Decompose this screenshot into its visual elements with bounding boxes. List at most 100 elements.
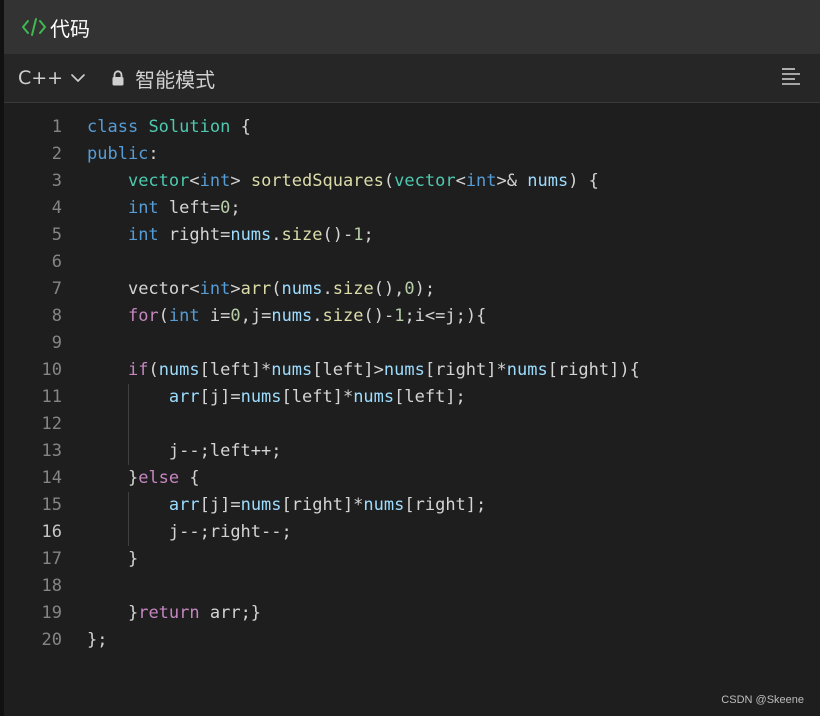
line-text: arr[j]=nums[left]*nums[left]; [169,384,466,411]
code-editor[interactable]: 1 class Solution {2 public: 3 vector<int> so… [4,103,820,716]
mode-toggle[interactable]: 智能模式 [111,64,215,93]
code-token: nums [506,360,548,380]
format-button[interactable] [780,68,802,88]
code-token: 1 [353,225,364,245]
line-text: }return arr;} [128,600,261,627]
code-token: ( [383,171,395,191]
code-token: for [127,306,159,326]
panel-header: 代码 [4,0,820,54]
code-token: public [87,144,149,164]
code-token: nums [527,171,569,191]
code-token: nums [363,495,405,515]
code-token: nums [281,279,323,299]
code-token: > [230,171,251,191]
indent-guide [127,438,129,465]
line-number: 1 [51,117,62,137]
chevron-down-icon [71,73,85,83]
line-text: class Solution { [87,114,251,141]
line-number: 4 [51,198,62,218]
code-token: ()- [363,306,395,326]
line-text: vector<int>arr(nums.size(),0); [128,276,435,303]
code-token: ; [230,198,241,218]
align-left-icon [781,67,801,89]
line-text: arr[j]=nums[right]*nums[right]; [169,492,486,519]
code-token: else [138,468,180,488]
code-token: int [199,171,231,191]
code-token: < [455,171,466,191]
code-token: [right]){ [547,360,640,380]
editor-toolbar: C++ 智能模式 [4,54,820,103]
code-token: nums [240,495,282,515]
line-number: 14 [41,468,62,488]
code-token: . [322,279,333,299]
code-token: size [281,225,323,245]
line-number: 20 [41,630,62,650]
line-number: 16 [41,522,62,542]
code-token: ; [363,225,374,245]
line-text: }; [87,627,107,654]
code-token: Solution [148,117,231,137]
code-token: . [271,225,282,245]
code-token: int [127,225,159,245]
code-token: return [138,603,200,623]
line-number: 2 [51,144,62,164]
line-number: 3 [51,171,62,191]
line-text: public: [87,141,159,168]
code-token: ;i<=j;){ [404,306,487,326]
code-token: : [148,144,159,164]
code-token: ,j= [240,306,272,326]
code-token: if [127,360,149,380]
code-token: [j]= [199,495,241,515]
line-number: 5 [51,225,62,245]
code-token: int [465,171,497,191]
code-token: [left]; [394,387,466,407]
line-text: j--;left++; [169,438,282,465]
code-token: size [332,279,374,299]
code-token: nums [230,225,272,245]
code-token: nums [271,306,313,326]
mode-label: 智能模式 [135,67,216,92]
code-token: i= [199,306,231,326]
code-token: vector [127,171,190,191]
code-token: int [127,198,159,218]
code-token: nums [353,387,395,407]
code-token: 1 [394,306,405,326]
watermark: CSDN @Skeene [721,694,804,706]
code-token: (), [373,279,405,299]
code-token: nums [158,360,200,380]
code-token: size [322,306,364,326]
code-token: ) { [568,171,599,191]
language-select[interactable]: C++ [18,67,85,89]
indent-guide [127,492,129,519]
line-text: } [128,546,138,573]
line-number: 15 [41,495,62,515]
lock-icon [111,70,125,86]
code-token: 0 [404,279,415,299]
code-token: >& [496,171,528,191]
code-token: left= [158,198,221,218]
code-token: ( [271,279,282,299]
line-number: 7 [51,279,62,299]
line-text: }else { [128,465,200,492]
code-icon [20,16,48,38]
code-token: arr [240,279,272,299]
code-token: int [199,279,231,299]
line-number: 12 [41,414,62,434]
code-token: [right]; [404,495,487,515]
code-token: vector< [127,279,200,299]
line-text: for(int i=0,j=nums.size()-1;i<=j;){ [128,303,486,330]
code-token: [right]* [281,495,364,515]
line-number: 18 [41,576,62,596]
line-text: int left=0; [128,195,241,222]
code-token: [left]* [199,360,272,380]
code-token: nums [240,387,282,407]
code-token: right= [158,225,231,245]
code-token: [j]= [199,387,241,407]
code-token: . [312,306,323,326]
indent-guide [127,411,129,438]
code-token: > [230,279,241,299]
code-token: ); [414,279,436,299]
code-panel: 代码 C++ 智能模式 1 class Solution {2 public:… [0,0,820,716]
indent-guide [127,519,129,546]
